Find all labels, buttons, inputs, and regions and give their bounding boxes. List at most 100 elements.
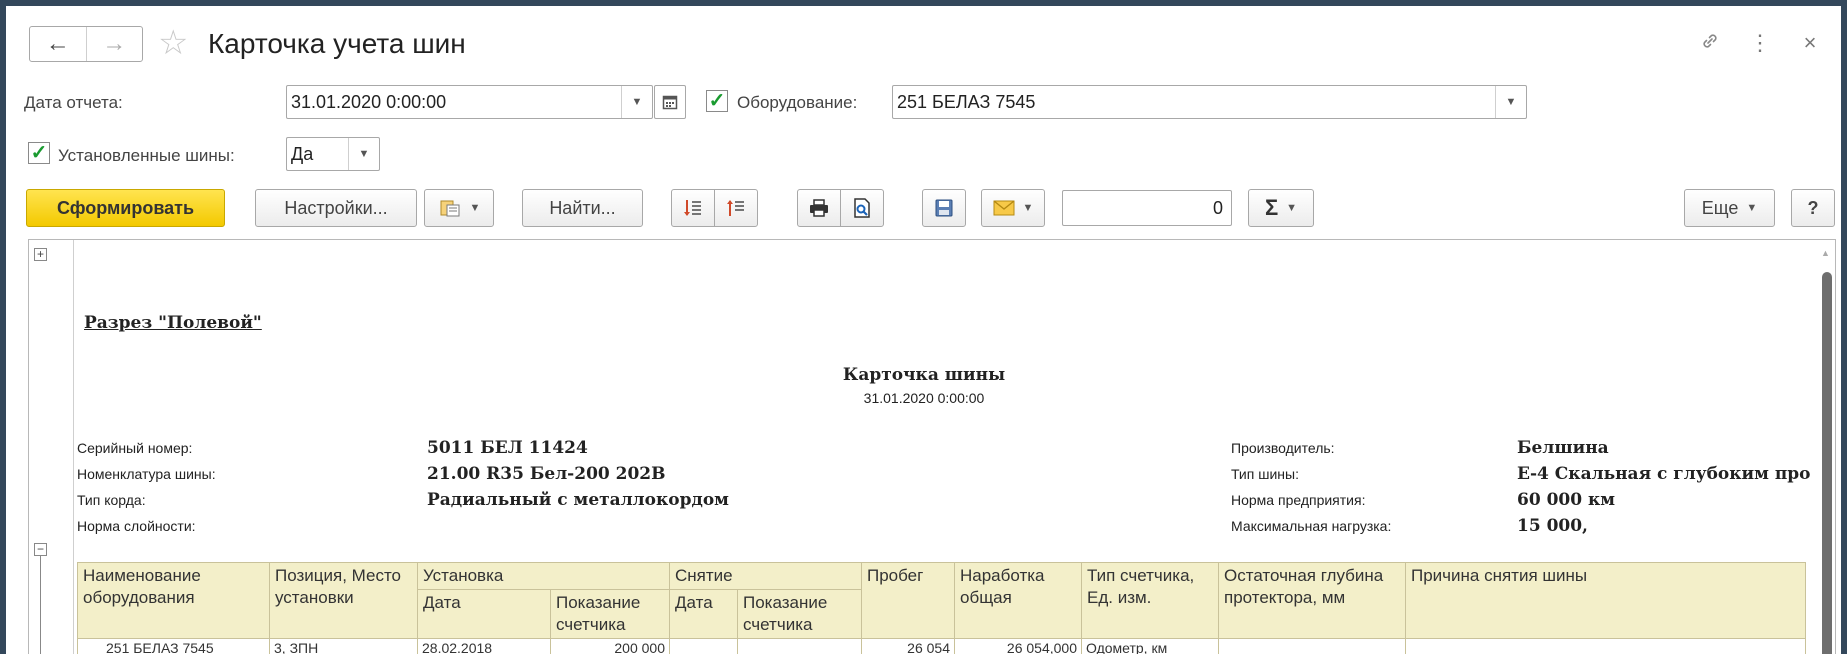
manufacturer-value: Белшина bbox=[1517, 438, 1609, 458]
chevron-down-icon: ▼ bbox=[469, 202, 481, 214]
send-email-button[interactable]: ▼ bbox=[981, 189, 1045, 227]
tire-nomenclature-label: Номенклатура шины: bbox=[77, 466, 216, 482]
cell-tread-depth[interactable] bbox=[1218, 638, 1406, 654]
expand-group-icon[interactable]: + bbox=[34, 248, 47, 261]
col-counter-type[interactable]: Тип счетчика, Ед. изм. bbox=[1081, 562, 1219, 639]
cell-value-field[interactable]: 0 bbox=[1062, 190, 1232, 226]
more-button[interactable]: Еще ▼ bbox=[1684, 189, 1775, 227]
cell-equipment[interactable]: 251 БЕЛАЗ 7545 bbox=[77, 638, 270, 654]
report-spreadsheet[interactable]: + − Разрез "Полевой" Карточка шины 31.01… bbox=[28, 239, 1836, 654]
tire-type-label: Тип шины: bbox=[1231, 466, 1299, 482]
col-install[interactable]: Установка bbox=[417, 562, 670, 590]
vertical-scrollbar[interactable]: ▲ bbox=[1817, 240, 1835, 654]
report-section-title: Разрез "Полевой" bbox=[84, 313, 262, 333]
sort-descending-icon bbox=[684, 200, 701, 216]
cell-removal-reading[interactable] bbox=[737, 638, 862, 654]
tire-nomenclature-value: 21.00 R35 Бел-200 202В bbox=[427, 464, 666, 484]
link-icon[interactable] bbox=[1699, 30, 1721, 58]
col-removal[interactable]: Снятие bbox=[669, 562, 862, 590]
printer-icon bbox=[810, 199, 828, 217]
installed-tires-label: Установленные шины: bbox=[58, 146, 235, 165]
checkmark-icon: ✓ bbox=[708, 90, 726, 112]
star-icon[interactable]: ☆ bbox=[158, 26, 188, 60]
col-equipment[interactable]: Наименование оборудования bbox=[77, 562, 270, 639]
settings-button[interactable]: Настройки... bbox=[255, 189, 417, 227]
sort-ascending-icon bbox=[727, 200, 744, 216]
group-line bbox=[40, 556, 41, 654]
enterprise-norm-value: 60 000 км bbox=[1517, 490, 1616, 510]
installed-tires-select[interactable]: Да ▼ bbox=[286, 137, 380, 171]
variants-button[interactable]: ▼ bbox=[424, 189, 494, 227]
chevron-down-icon[interactable]: ▼ bbox=[348, 138, 379, 170]
table-row[interactable]: 251 БЕЛАЗ 7545 3, ЗПН 28.02.2018 200 000… bbox=[77, 638, 1806, 654]
cell-mileage[interactable]: 26 054 bbox=[861, 638, 955, 654]
serial-number-label: Серийный номер: bbox=[77, 440, 193, 456]
find-button[interactable]: Найти... bbox=[522, 189, 643, 227]
cell-removal-reason[interactable] bbox=[1405, 638, 1806, 654]
equipment-checkbox[interactable]: ✓ bbox=[706, 90, 728, 112]
tire-type-value: Е-4 Скальная с глубоким про bbox=[1517, 464, 1811, 484]
report-date-value: 31.01.2020 0:00:00 bbox=[291, 91, 447, 112]
chevron-down-icon: ▼ bbox=[1286, 202, 1298, 214]
forward-button[interactable]: → bbox=[85, 27, 143, 61]
help-button[interactable]: ? bbox=[1791, 189, 1835, 227]
generate-button[interactable]: Сформировать bbox=[26, 189, 225, 227]
cord-type-label: Тип корда: bbox=[77, 492, 146, 508]
more-vertical-icon[interactable]: ⋮ bbox=[1749, 30, 1771, 58]
title-bar: ← → ☆ Карточка учета шин ⋮ × bbox=[6, 6, 1841, 62]
arrow-left-icon: ← bbox=[45, 30, 70, 57]
ply-rating-label: Норма слойности: bbox=[77, 518, 196, 534]
cell-position[interactable]: 3, ЗПН bbox=[269, 638, 418, 654]
save-icon bbox=[935, 199, 953, 217]
col-install-reading[interactable]: Показание счетчика bbox=[550, 589, 670, 639]
col-removal-date[interactable]: Дата bbox=[669, 589, 738, 639]
col-install-date[interactable]: Дата bbox=[417, 589, 551, 639]
cell-counter-type[interactable]: Одометр, км bbox=[1081, 638, 1219, 654]
report-variant-icon bbox=[438, 196, 462, 220]
card-title: Карточка шины bbox=[842, 365, 1006, 385]
sum-icon: Σ bbox=[1264, 195, 1279, 220]
equipment-input[interactable]: 251 БЕЛАЗ 7545 ▼ bbox=[892, 85, 1527, 119]
sort-ascending-button[interactable] bbox=[714, 189, 758, 227]
chevron-down-icon[interactable]: ▼ bbox=[621, 86, 652, 118]
cord-type-value: Радиальный с металлокордом bbox=[427, 490, 729, 510]
max-load-value: 15 000, bbox=[1517, 516, 1588, 536]
more-label: Еще bbox=[1701, 197, 1739, 218]
cell-install-date[interactable]: 28.02.2018 bbox=[417, 638, 551, 654]
chevron-down-icon: ▼ bbox=[1746, 202, 1758, 214]
print-preview-icon bbox=[854, 198, 870, 218]
col-runtime[interactable]: Наработка общая bbox=[954, 562, 1082, 639]
card-date: 31.01.2020 0:00:00 bbox=[863, 390, 985, 406]
cell-removal-date[interactable] bbox=[669, 638, 738, 654]
col-removal-reading[interactable]: Показание счетчика bbox=[737, 589, 862, 639]
table-header-row: Наименование оборудования Позиция, Место… bbox=[77, 562, 1806, 639]
col-mileage[interactable]: Пробег bbox=[861, 562, 955, 639]
back-button[interactable]: ← bbox=[30, 27, 86, 61]
col-tread-depth[interactable]: Остаточная глубина протектора, мм bbox=[1218, 562, 1406, 639]
tire-history-table: Наименование оборудования Позиция, Место… bbox=[77, 562, 1806, 654]
col-position[interactable]: Позиция, Место установки bbox=[269, 562, 418, 639]
checkmark-icon: ✓ bbox=[30, 142, 48, 164]
sort-descending-button[interactable] bbox=[671, 189, 715, 227]
col-removal-reason[interactable]: Причина снятия шины bbox=[1405, 562, 1806, 639]
chevron-down-icon: ▼ bbox=[1022, 202, 1034, 214]
print-button[interactable] bbox=[797, 189, 841, 227]
collapse-group-icon[interactable]: − bbox=[34, 543, 47, 556]
cell-install-reading[interactable]: 200 000 bbox=[550, 638, 670, 654]
close-icon[interactable]: × bbox=[1799, 30, 1821, 58]
max-load-label: Максимальная нагрузка: bbox=[1231, 518, 1392, 534]
save-button[interactable] bbox=[922, 189, 966, 227]
enterprise-norm-label: Норма предприятия: bbox=[1231, 492, 1366, 508]
scroll-up-icon[interactable]: ▲ bbox=[1821, 248, 1830, 258]
calendar-button[interactable] bbox=[654, 85, 686, 119]
cell-runtime[interactable]: 26 054,000 bbox=[954, 638, 1082, 654]
sum-button[interactable]: Σ ▼ bbox=[1248, 189, 1314, 227]
cell-value: 0 bbox=[1212, 197, 1223, 218]
grouping-gutter: + − bbox=[29, 240, 74, 654]
report-date-input[interactable]: 31.01.2020 0:00:00 ▼ bbox=[286, 85, 653, 119]
chevron-down-icon[interactable]: ▼ bbox=[1495, 86, 1526, 118]
installed-tires-checkbox[interactable]: ✓ bbox=[28, 142, 50, 164]
scrollbar-thumb[interactable] bbox=[1822, 272, 1832, 654]
print-preview-button[interactable] bbox=[840, 189, 884, 227]
navigation-group: ← → bbox=[29, 26, 143, 62]
